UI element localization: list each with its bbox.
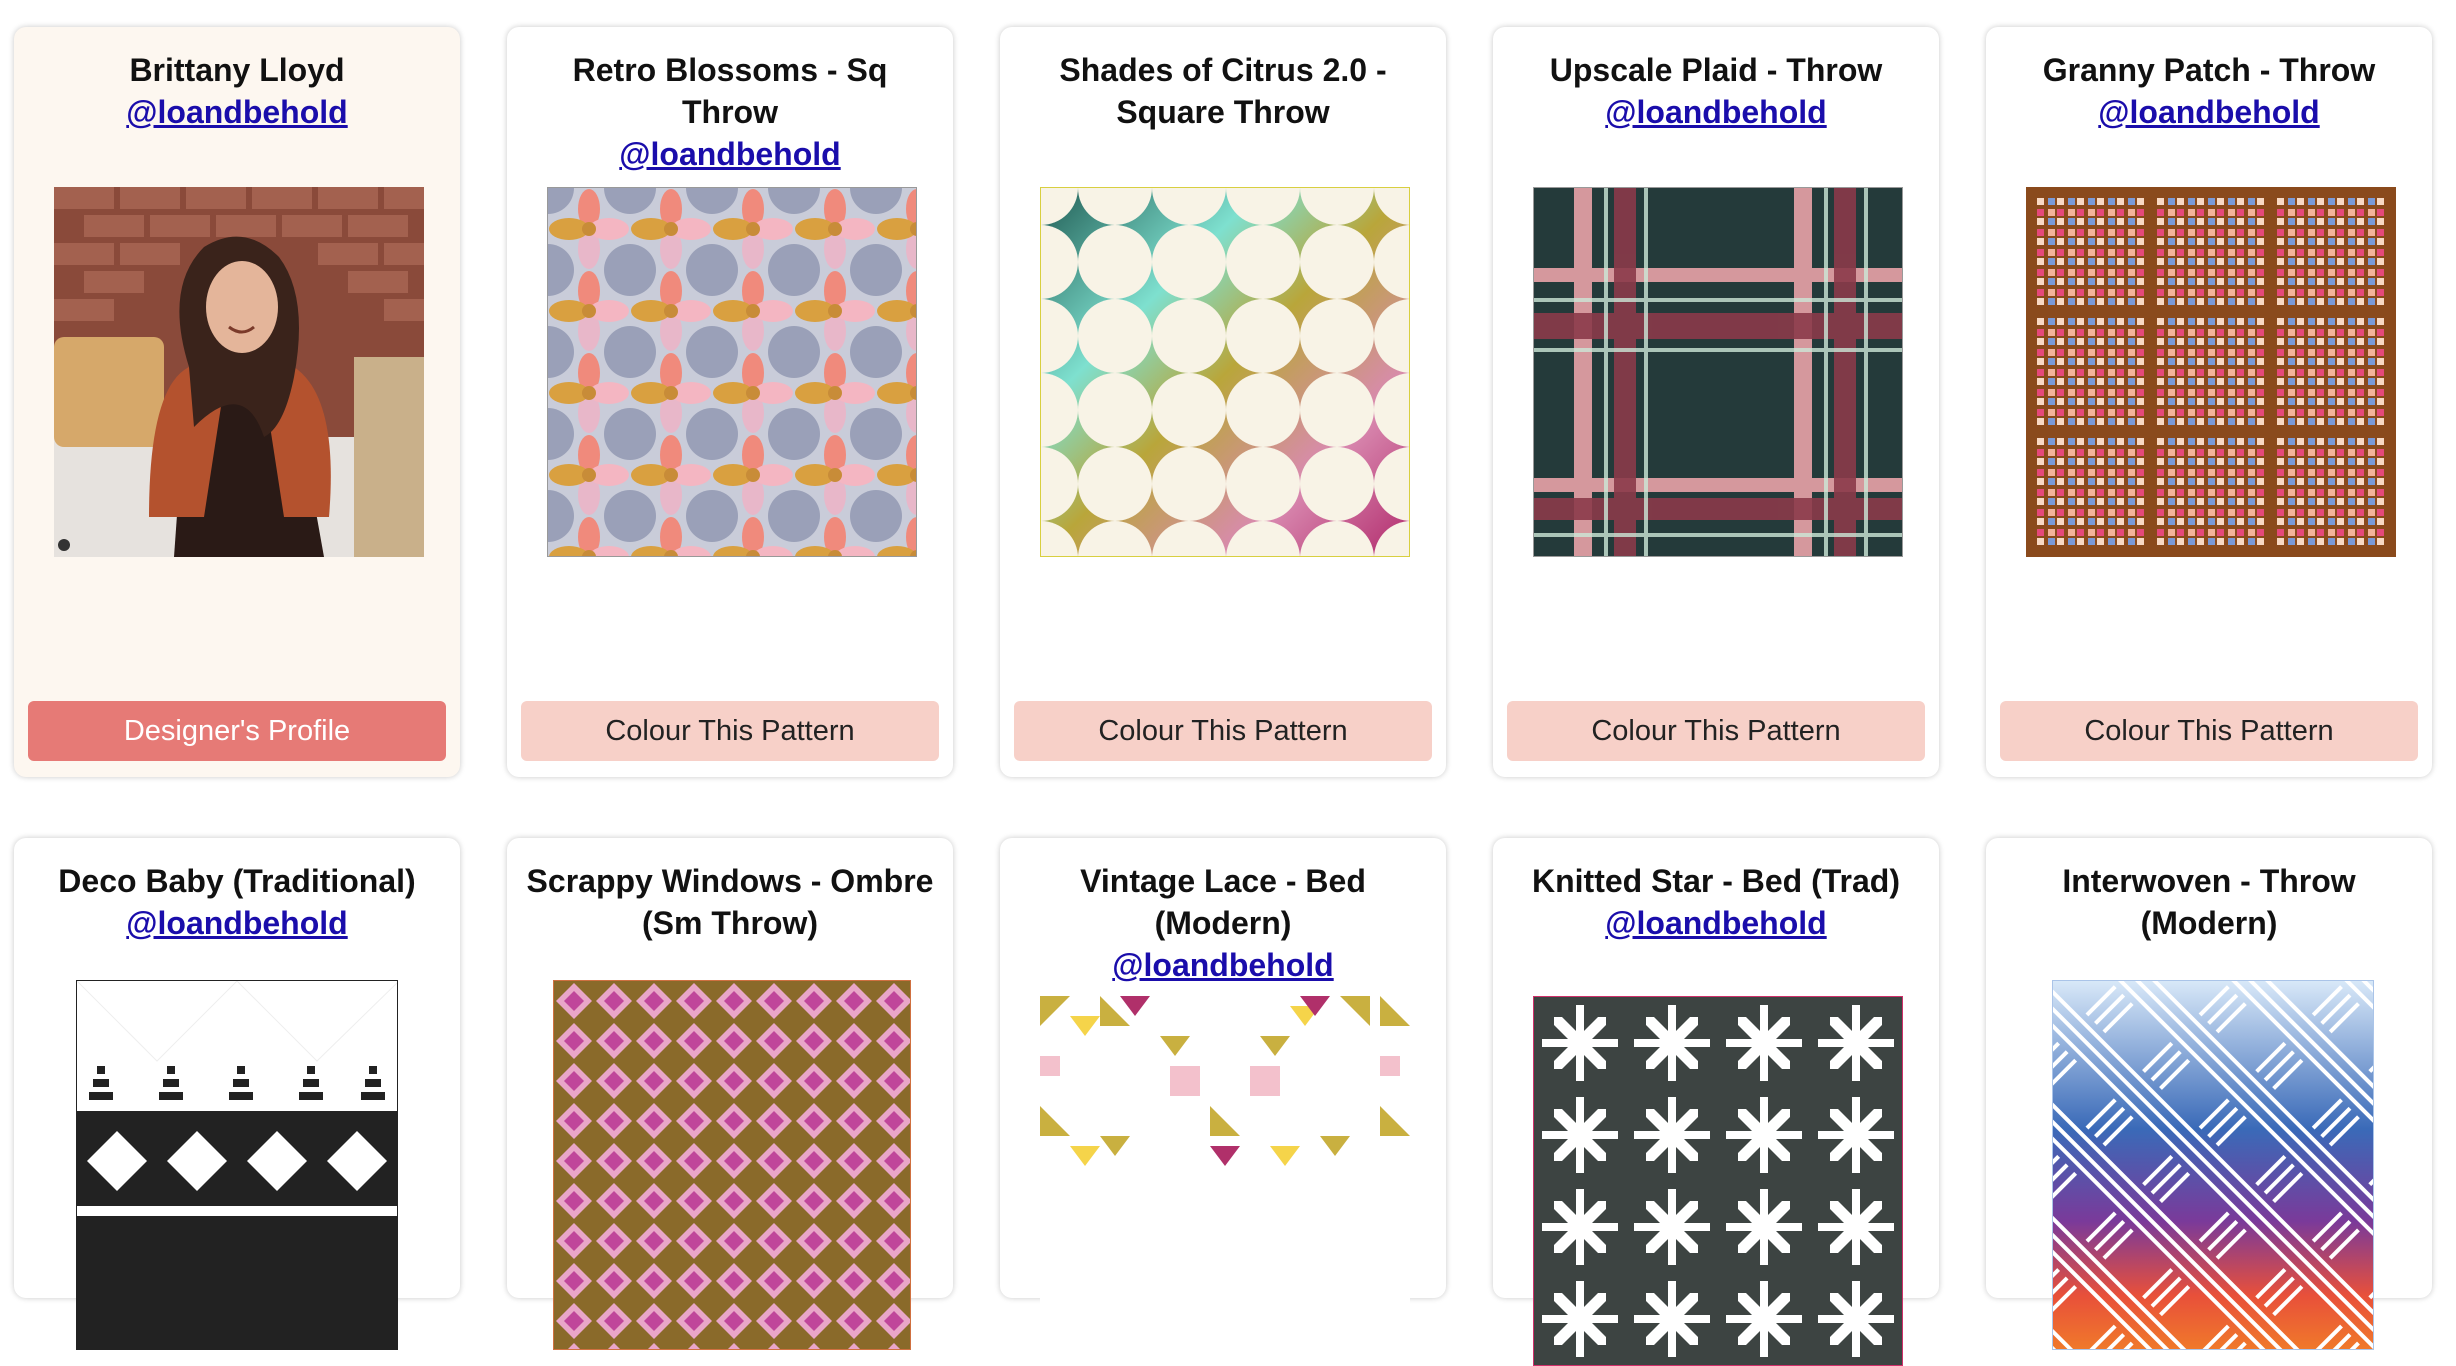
- pattern-title: Granny Patch - Throw: [2042, 52, 2376, 88]
- pattern-thumbnail[interactable]: [2026, 187, 2396, 557]
- pattern-thumbnail[interactable]: [1533, 187, 1903, 557]
- pattern-title-block: Interwoven - Throw (Modern): [2004, 860, 2414, 944]
- pattern-title: Deco Baby (Traditional): [58, 863, 416, 899]
- pattern-card-granny-patch: Granny Patch - Throw @loandbehold Colour…: [1986, 27, 2432, 777]
- pattern-title-block: Retro Blossoms - Sq Throw @loandbehold: [525, 49, 935, 175]
- designer-handle-link[interactable]: @loandbehold: [1018, 944, 1428, 986]
- designer-card: Brittany Lloyd @loandbehold Designer's P…: [14, 27, 460, 777]
- pattern-card-upscale-plaid: Upscale Plaid - Throw @loandbehold Colou…: [1493, 27, 1939, 777]
- pattern-title: Upscale Plaid - Throw: [1549, 52, 1883, 88]
- pattern-card-scrappy-windows: Scrappy Windows - Ombre (Sm Throw): [507, 838, 953, 1350]
- pattern-title: Interwoven - Throw (Modern): [2062, 863, 2356, 941]
- pattern-thumbnail[interactable]: [2052, 980, 2374, 1350]
- pattern-title-block: Scrappy Windows - Ombre (Sm Throw): [525, 860, 935, 944]
- pattern-grid: Brittany Lloyd @loandbehold Designer's P…: [0, 0, 2456, 1366]
- pattern-title: Vintage Lace - Bed (Modern): [1080, 863, 1366, 941]
- pattern-thumbnail[interactable]: [553, 980, 911, 1350]
- designer-handle-link[interactable]: @loandbehold: [1511, 91, 1921, 133]
- designer-handle-link[interactable]: @loandbehold: [32, 902, 442, 944]
- pattern-card-deco-baby: Deco Baby (Traditional) @loandbehold: [14, 838, 460, 1350]
- pattern-thumbnail[interactable]: [1533, 996, 1903, 1366]
- pattern-title-block: Upscale Plaid - Throw @loandbehold: [1511, 49, 1921, 133]
- pattern-card-vintage-lace: Vintage Lace - Bed (Modern) @loandbehold: [1000, 838, 1446, 1366]
- pattern-card-knitted-star: Knitted Star - Bed (Trad) @loandbehold: [1493, 838, 1939, 1366]
- designer-profile-button[interactable]: Designer's Profile: [28, 701, 446, 761]
- pattern-title-block: Deco Baby (Traditional) @loandbehold: [32, 860, 442, 944]
- designer-handle-link[interactable]: @loandbehold: [32, 91, 442, 133]
- pattern-thumbnail[interactable]: [1040, 187, 1410, 557]
- colour-pattern-button[interactable]: Colour This Pattern: [2000, 701, 2418, 761]
- designer-photo: [54, 187, 424, 557]
- pattern-thumbnail[interactable]: [76, 980, 398, 1350]
- pattern-title-block: Vintage Lace - Bed (Modern) @loandbehold: [1018, 860, 1428, 986]
- pattern-title: Shades of Citrus 2.0 - Square Throw: [1059, 52, 1387, 130]
- pattern-title-block: Knitted Star - Bed (Trad) @loandbehold: [1511, 860, 1921, 944]
- designer-handle-link[interactable]: @loandbehold: [2004, 91, 2414, 133]
- designer-name: Brittany Lloyd: [129, 52, 345, 88]
- pattern-card-shades-of-citrus: Shades of Citrus 2.0 - Square Throw Colo…: [1000, 27, 1446, 777]
- pattern-title: Retro Blossoms - Sq Throw: [572, 52, 888, 130]
- designer-title: Brittany Lloyd @loandbehold: [32, 49, 442, 133]
- colour-pattern-button[interactable]: Colour This Pattern: [1507, 701, 1925, 761]
- pattern-title: Scrappy Windows - Ombre (Sm Throw): [526, 863, 934, 941]
- pattern-thumbnail[interactable]: [1040, 996, 1410, 1366]
- pattern-title-block: Granny Patch - Throw @loandbehold: [2004, 49, 2414, 133]
- colour-pattern-button[interactable]: Colour This Pattern: [521, 701, 939, 761]
- designer-handle-link[interactable]: @loandbehold: [525, 133, 935, 175]
- pattern-title-block: Shades of Citrus 2.0 - Square Throw: [1018, 49, 1428, 133]
- pattern-title: Knitted Star - Bed (Trad): [1531, 863, 1900, 899]
- pattern-card-interwoven: Interwoven - Throw (Modern): [1986, 838, 2432, 1350]
- pattern-card-retro-blossoms: Retro Blossoms - Sq Throw @loandbehold C…: [507, 27, 953, 777]
- designer-handle-link[interactable]: @loandbehold: [1511, 902, 1921, 944]
- colour-pattern-button[interactable]: Colour This Pattern: [1014, 701, 1432, 761]
- pattern-thumbnail[interactable]: [547, 187, 917, 557]
